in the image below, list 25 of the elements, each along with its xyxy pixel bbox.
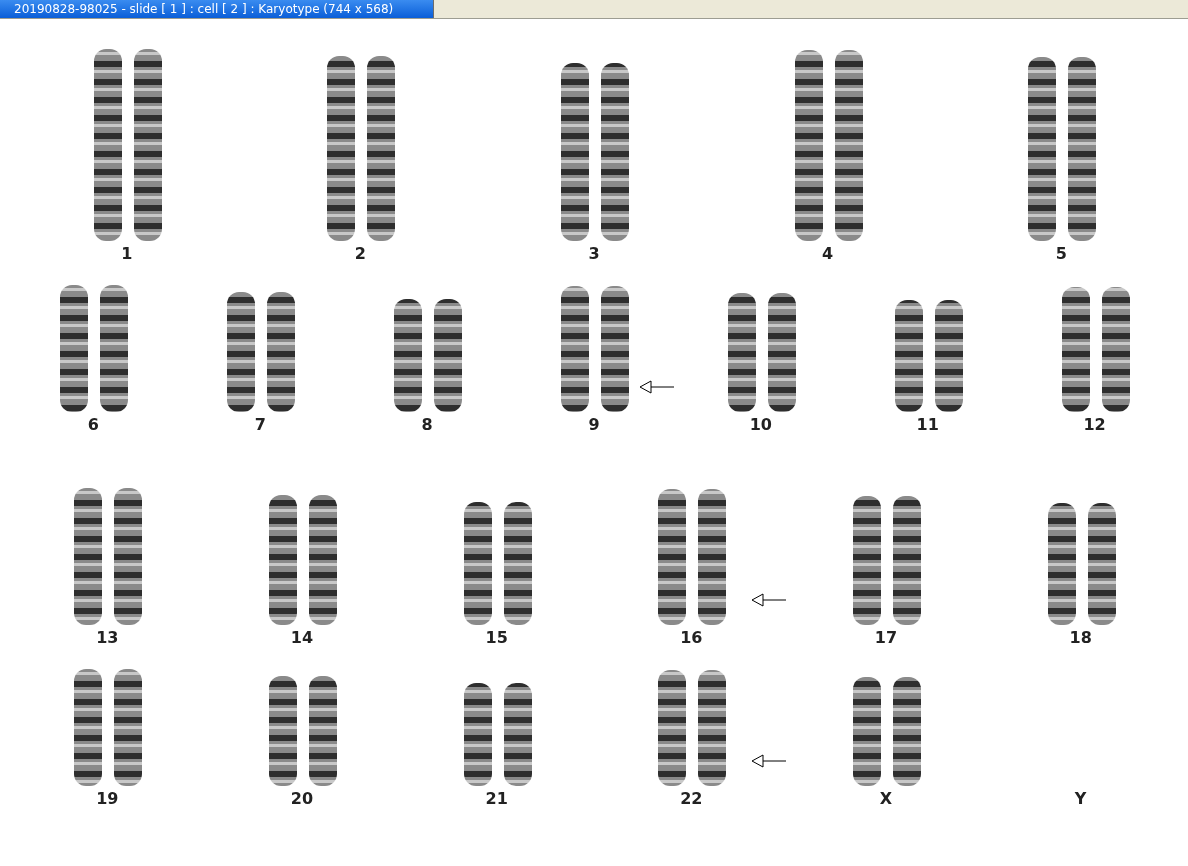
chromosome-number: 12 [1083,416,1106,434]
chromosome-number: 17 [874,629,898,647]
chromosome-number: 3 [588,245,600,263]
chromosome-number: 6 [87,416,99,434]
chromosome-number: 15 [485,629,508,647]
chromosome-number: 21 [485,790,508,808]
chromosome-number: 19 [96,790,119,808]
chromosome-number: 5 [1055,245,1067,263]
chromosome-number: Y [1074,790,1087,808]
chromosome-number: 10 [749,416,772,434]
chromosome-number: 9 [588,416,600,434]
chromosome-number: 20 [290,790,314,808]
chromosome-number: 1 [121,245,133,263]
chromosome-number: 14 [290,629,314,647]
chromosome-number: 18 [1069,629,1092,647]
chromosome-number: 2 [354,245,366,263]
chromosome-number: 13 [96,629,119,647]
window-title: 20190828-98025 - slide [ 1 ] : cell [ 2 ] : Karyotype (744 x 568) [0,0,434,18]
chromosome-number: 7 [254,416,266,434]
chromosome-number: X [879,790,893,808]
chromosome-number: 16 [680,629,703,647]
chromosome-number: 22 [680,790,703,808]
chromosome-number: 8 [421,416,433,434]
chromosome-number: 11 [916,416,939,434]
chromosome-number: 4 [822,245,834,263]
